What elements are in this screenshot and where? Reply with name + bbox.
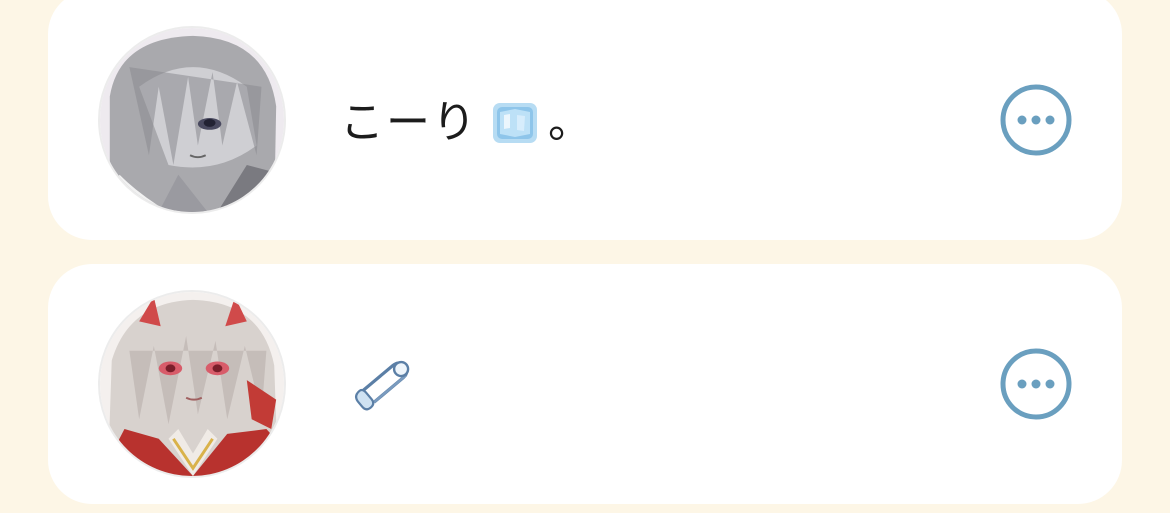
more-options-icon	[1000, 348, 1072, 420]
more-options-button[interactable]	[1000, 348, 1072, 420]
user-list: こーり 。	[0, 0, 1170, 513]
anime-oni-girl-avatar-image	[100, 292, 284, 476]
grayscale-anime-girl-avatar-image	[100, 28, 284, 212]
user-card[interactable]: こーり 。	[48, 0, 1122, 240]
more-options-button[interactable]	[1000, 84, 1072, 156]
user-name-text: こーり	[340, 97, 478, 148]
avatar[interactable]	[98, 290, 286, 478]
safety-pin-icon	[352, 354, 416, 418]
user-name-suffix: 。	[548, 97, 592, 148]
user-card[interactable]	[48, 264, 1122, 504]
user-name	[340, 354, 424, 418]
user-name: こーり 。	[340, 98, 592, 148]
more-options-icon	[1000, 84, 1072, 156]
ice-cube-icon	[490, 98, 540, 148]
avatar[interactable]	[98, 26, 286, 214]
